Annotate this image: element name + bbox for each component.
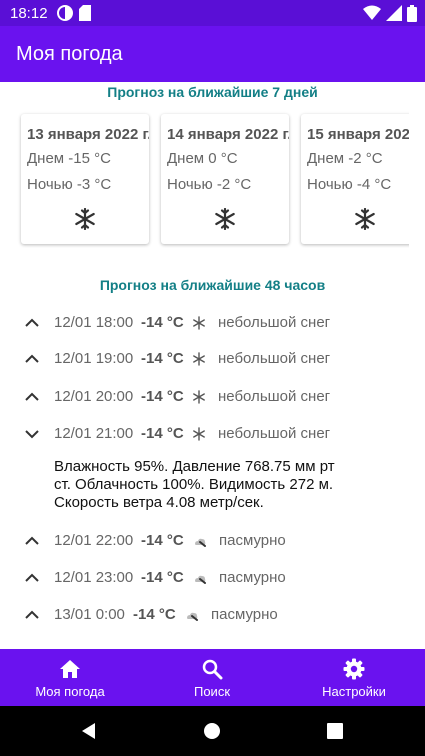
overcast-icon xyxy=(187,612,198,621)
hour-time: 12/01 22:00 xyxy=(54,532,134,549)
wifi-icon xyxy=(363,5,381,20)
chevron-up-icon[interactable] xyxy=(24,315,40,331)
hour-time: 12/01 19:00 xyxy=(54,350,134,367)
nav-item-settings[interactable]: Настройки xyxy=(284,649,424,706)
day-temp-day: Днем -2 °C xyxy=(307,150,383,167)
hour-description: небольшой снег xyxy=(218,425,331,442)
nav-label: Моя погода xyxy=(35,684,105,699)
day-temp-night: Ночью -3 °C xyxy=(27,176,112,193)
hour-temp: -14 °C xyxy=(133,606,176,623)
day-card[interactable]: 15 января 2022 г. Днем -2 °C Ночью -4 °C xyxy=(301,114,409,244)
snow-icon xyxy=(193,427,205,441)
day-card[interactable]: 14 января 2022 г. Днем 0 °C Ночью -2 °C xyxy=(161,114,289,244)
recents-icon[interactable] xyxy=(327,723,343,739)
hour-temp: -14 °C xyxy=(141,388,184,405)
hour-details: Влажность 95%. Давление 768.75 мм рт ст.… xyxy=(54,458,335,511)
hour-row[interactable]: 12/01 22:00 -14 °C пасмурно xyxy=(0,525,425,557)
back-icon[interactable] xyxy=(80,722,98,740)
snow-icon xyxy=(193,390,205,404)
hour-time: 12/01 23:00 xyxy=(54,569,134,586)
hour-time: 12/01 21:00 xyxy=(54,425,134,442)
snowflake-icon xyxy=(215,208,235,230)
nav-label: Поиск xyxy=(193,684,231,699)
hour-description: пасмурно xyxy=(219,532,286,549)
battery-icon xyxy=(407,4,417,22)
chevron-up-icon[interactable] xyxy=(24,570,40,586)
forecast-48h-title: Прогноз на ближайшие 48 часов xyxy=(99,277,326,293)
nav-item-search[interactable]: Поиск xyxy=(142,649,282,706)
chevron-down-icon[interactable] xyxy=(24,426,40,442)
day-date: 13 января 2022 г. xyxy=(27,126,149,143)
nav-label: Настройки xyxy=(322,684,386,699)
hour-description: небольшой снег xyxy=(218,314,331,331)
snowflake-icon xyxy=(355,208,375,230)
overcast-icon xyxy=(195,575,206,584)
day-temp-day: Днем -15 °C xyxy=(27,150,111,167)
hour-description: пасмурно xyxy=(219,569,286,586)
hour-time: 12/01 20:00 xyxy=(54,388,134,405)
sd-card-icon xyxy=(79,5,91,21)
app-bar: Моя погода xyxy=(0,26,425,82)
hour-temp: -14 °C xyxy=(141,425,184,442)
chevron-up-icon[interactable] xyxy=(24,389,40,405)
system-nav-bar xyxy=(0,706,425,756)
hour-time: 12/01 18:00 xyxy=(54,314,134,331)
day-temp-night: Ночью -2 °C xyxy=(167,176,252,193)
hour-row[interactable]: 13/01 0:00 -14 °C пасмурно xyxy=(0,599,425,631)
app-title: Моя погода xyxy=(16,43,123,65)
search-icon xyxy=(202,659,223,680)
chevron-up-icon[interactable] xyxy=(24,533,40,549)
hour-description: пасмурно xyxy=(211,606,278,623)
nav-item-my-weather[interactable]: Моя погода xyxy=(0,649,140,706)
forecast-7days-title: Прогноз на ближайшие 7 дней xyxy=(107,84,318,100)
signal-icon xyxy=(386,5,402,21)
snow-icon xyxy=(193,352,205,366)
home-icon xyxy=(60,660,80,678)
hour-row[interactable]: 12/01 18:00 -14 °C небольшой снег xyxy=(0,307,425,339)
chevron-up-icon[interactable] xyxy=(24,607,40,623)
hour-temp: -14 °C xyxy=(141,314,184,331)
chevron-up-icon[interactable] xyxy=(24,351,40,367)
snow-icon xyxy=(193,316,205,330)
hour-temp: -14 °C xyxy=(141,569,184,586)
hour-time: 13/01 0:00 xyxy=(54,606,125,623)
hour-row[interactable]: 12/01 19:00 -14 °C небольшой снег xyxy=(0,343,425,375)
day-card[interactable]: 13 января 2022 г. Днем -15 °C Ночью -3 °… xyxy=(21,114,149,244)
hour-row-expanded[interactable]: 12/01 21:00 -14 °C небольшой снег xyxy=(0,418,425,450)
home-circle-icon[interactable] xyxy=(203,722,221,740)
gear-icon xyxy=(343,658,365,680)
hour-temp: -14 °C xyxy=(141,350,184,367)
day-date: 14 января 2022 г. xyxy=(167,126,289,143)
hour-row[interactable]: 12/01 23:00 -14 °C пасмурно xyxy=(0,562,425,594)
main-content[interactable]: Прогноз на ближайшие 7 дней 13 января 20… xyxy=(0,82,425,649)
days-scroller[interactable]: 13 января 2022 г. Днем -15 °C Ночью -3 °… xyxy=(0,110,409,248)
hour-description: небольшой снег xyxy=(218,388,331,405)
overcast-icon xyxy=(195,538,206,547)
bottom-nav: Моя погода Поиск Настройки xyxy=(0,649,425,706)
data-saver-icon xyxy=(57,5,73,21)
status-time: 18:12 xyxy=(10,5,48,22)
hour-temp: -14 °C xyxy=(141,532,184,549)
snowflake-icon xyxy=(75,208,95,230)
day-date: 15 января 2022 г. xyxy=(307,126,409,143)
hour-row[interactable]: 12/01 20:00 -14 °C небольшой снег xyxy=(0,381,425,413)
day-temp-day: Днем 0 °C xyxy=(167,150,238,167)
hour-description: небольшой снег xyxy=(218,350,331,367)
day-temp-night: Ночью -4 °C xyxy=(307,176,392,193)
status-bar: 18:12 xyxy=(0,0,425,26)
